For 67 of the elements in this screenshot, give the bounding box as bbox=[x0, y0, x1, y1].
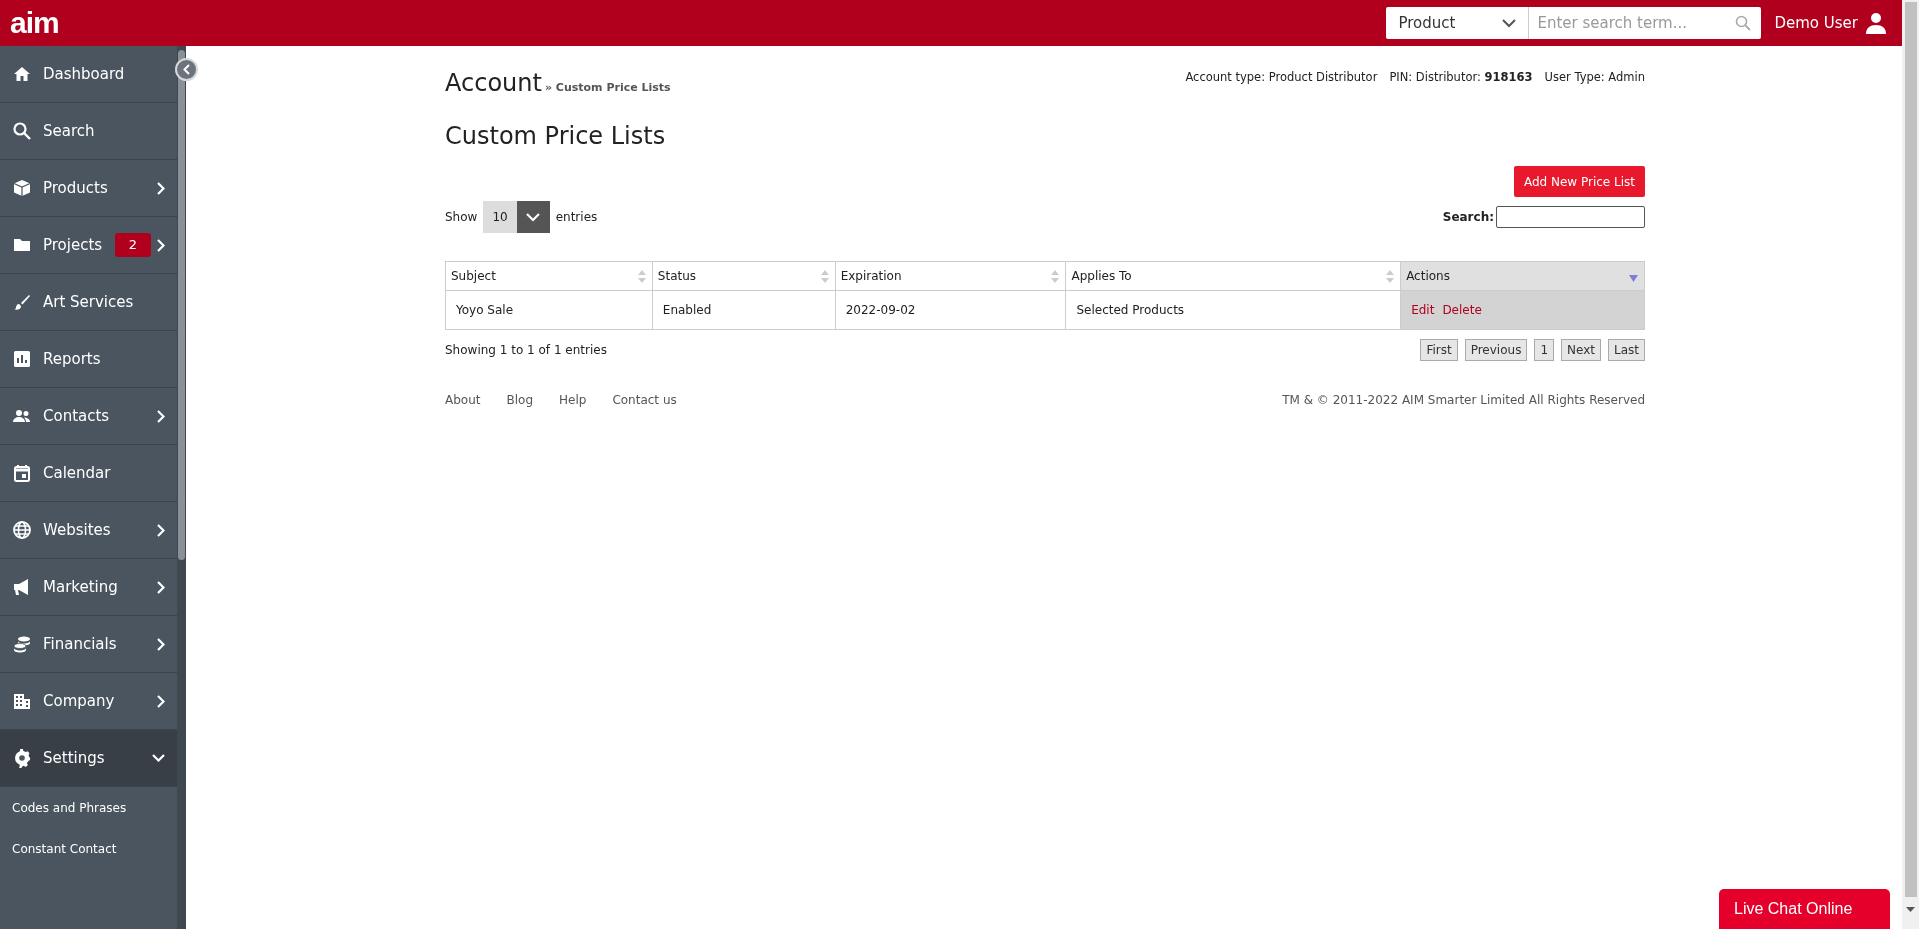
copyright: TM & © 2011-2022 AIM Smarter Limited All Rights Reserved bbox=[1282, 392, 1645, 409]
pagination-button[interactable]: Last bbox=[1608, 339, 1645, 361]
table-cell: Selected Products bbox=[1065, 290, 1401, 330]
live-chat-button[interactable]: Live Chat Online bbox=[1719, 889, 1890, 929]
pagination-button[interactable]: First bbox=[1420, 339, 1458, 361]
account-info: PIN: Distributor: 918163 bbox=[1389, 68, 1533, 86]
user-menu[interactable]: Demo User bbox=[1774, 11, 1886, 35]
calendar-icon bbox=[12, 463, 32, 483]
submenu-item[interactable]: Codes and Phrases bbox=[0, 787, 177, 828]
package-icon bbox=[12, 178, 32, 198]
sort-icon bbox=[1386, 270, 1395, 283]
scope-dropdown[interactable]: Product bbox=[1386, 7, 1530, 39]
sort-icon bbox=[820, 270, 829, 283]
home-icon bbox=[12, 64, 32, 84]
table-search-field[interactable] bbox=[1496, 206, 1645, 228]
search-label: Search: bbox=[1442, 209, 1494, 226]
search-icon bbox=[1735, 15, 1752, 31]
building-icon bbox=[12, 691, 32, 711]
submenu-item[interactable]: Constant Contact bbox=[0, 828, 177, 869]
page-scrollbar[interactable] bbox=[1902, 0, 1919, 929]
bar-chart-icon bbox=[12, 349, 32, 369]
chevron-left-icon bbox=[183, 64, 190, 75]
settings-icon bbox=[12, 748, 32, 768]
breadcrumb-link[interactable]: Account bbox=[445, 70, 542, 95]
delete-link[interactable]: Delete bbox=[1442, 303, 1482, 317]
column-header[interactable]: Expiration bbox=[835, 261, 1066, 291]
footer-link[interactable]: Contact us bbox=[612, 391, 677, 409]
show-label: Show bbox=[445, 209, 478, 226]
user-icon bbox=[1866, 12, 1886, 34]
coins-icon bbox=[12, 634, 32, 654]
logo[interactable]: aim bbox=[10, 8, 59, 38]
page-title: Custom Price Lists bbox=[445, 124, 667, 148]
sidebar-scrollbar[interactable] bbox=[177, 46, 186, 929]
pagination-button[interactable]: Previous bbox=[1464, 339, 1528, 361]
footer-link[interactable]: Help bbox=[559, 391, 587, 409]
collapse-sidebar-button[interactable] bbox=[175, 58, 198, 81]
table-cell: Enabled bbox=[652, 290, 836, 330]
scroll-down-icon bbox=[1906, 907, 1915, 913]
footer-link[interactable]: About bbox=[445, 391, 481, 409]
sort-icon bbox=[637, 270, 646, 283]
column-header[interactable]: Status bbox=[652, 261, 836, 291]
column-header[interactable]: Applies To bbox=[1065, 261, 1401, 291]
breadcrumb-current: » Custom Price Lists bbox=[544, 79, 671, 96]
account-info: Account type: Product Distributor bbox=[1185, 68, 1378, 86]
search-field[interactable]: Enter search term... bbox=[1529, 7, 1762, 39]
sidebar-item[interactable]: Settings bbox=[0, 730, 177, 787]
entries-dropdown[interactable]: 10 bbox=[483, 201, 550, 233]
chevron-down-icon bbox=[526, 212, 541, 222]
search-icon bbox=[12, 121, 32, 141]
table-cell: Yoyo Sale bbox=[445, 290, 653, 330]
chevron-down-icon bbox=[1502, 18, 1517, 28]
account-info: User Type: Admin bbox=[1544, 68, 1645, 86]
notification-badge: 2 bbox=[115, 233, 151, 257]
footer-link[interactable]: Blog bbox=[506, 391, 533, 409]
edit-link[interactable]: Edit bbox=[1411, 303, 1435, 317]
table-cell: 2022-09-02 bbox=[835, 290, 1066, 330]
column-header[interactable]: Subject bbox=[445, 261, 653, 291]
sort-icon bbox=[1051, 270, 1060, 283]
pagination-button[interactable]: Next bbox=[1561, 339, 1601, 361]
globe-icon bbox=[12, 520, 32, 540]
add-price-list-button[interactable]: Add New Price List bbox=[1513, 166, 1645, 197]
entries-label: entries bbox=[555, 209, 598, 226]
table-info: Showing 1 to 1 of 1 entries bbox=[445, 342, 607, 359]
pagination-button[interactable]: 1 bbox=[1534, 339, 1555, 361]
sort-descending-icon bbox=[1629, 275, 1638, 282]
sidebar-item[interactable]: Projects 2 bbox=[0, 217, 177, 274]
column-header[interactable]: Actions bbox=[1400, 261, 1645, 291]
